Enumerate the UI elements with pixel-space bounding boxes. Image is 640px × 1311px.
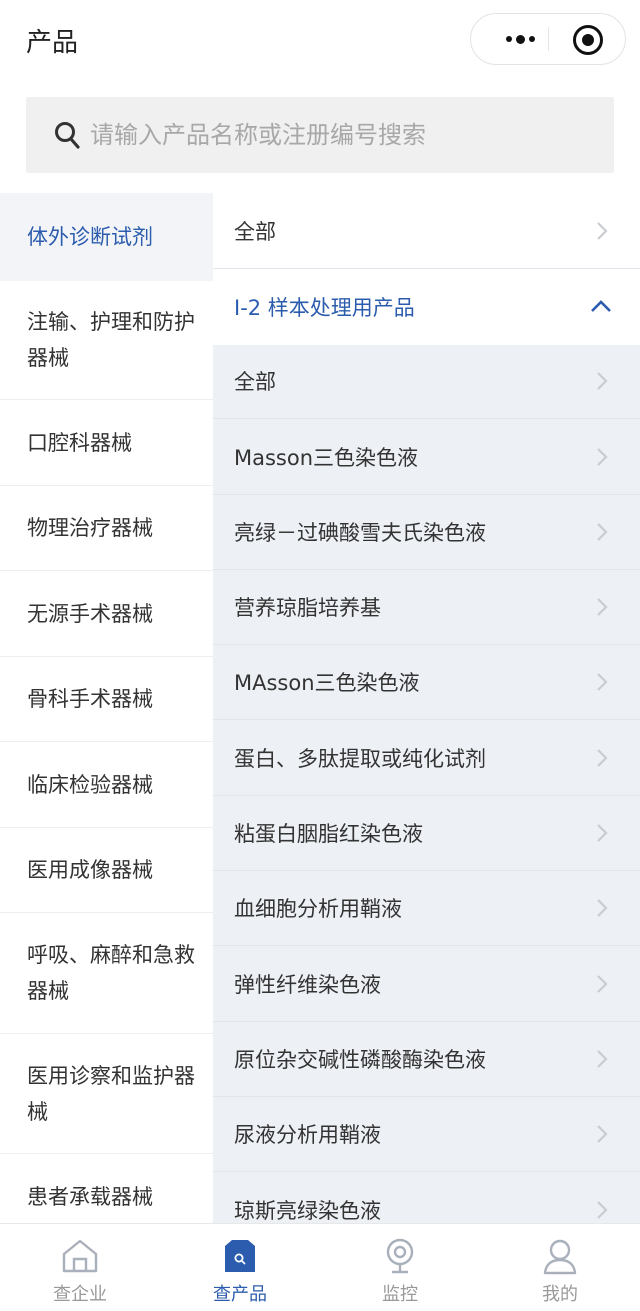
list-item[interactable]: MAsson三色染色液 [213,644,640,720]
tab-products[interactable]: 查产品 [160,1224,320,1311]
user-icon [543,1239,577,1275]
sidebar-item-passive-surgery[interactable]: 无源手术器械 [0,571,213,657]
chevron-up-icon [591,300,611,312]
chevron-right-icon [597,1125,608,1143]
sidebar-item-patient-support[interactable]: 患者承载器械 [0,1154,213,1223]
sidebar-item-respiratory[interactable]: 呼吸、麻醉和急救器械 [0,913,213,1034]
search-input[interactable]: 请输入产品名称或注册编号搜索 [90,119,426,151]
header-bar: 产品 [0,0,640,84]
list-item[interactable]: 亮绿－过碘酸雪夫氏染色液 [213,494,640,570]
sidebar-item-dental[interactable]: 口腔科器械 [0,400,213,486]
list-item[interactable]: 血细胞分析用鞘液 [213,870,640,946]
tab-label: 我的 [542,1284,578,1305]
chevron-right-icon [597,899,608,917]
sidebar-item-diagnosis-monitoring[interactable]: 医用诊察和监护器械 [0,1034,213,1154]
more-menu-icon[interactable] [491,14,549,64]
sidebar-item-orthopedic[interactable]: 骨科手术器械 [0,657,213,742]
close-mini-program-icon[interactable] [573,25,603,55]
list-item[interactable]: 原位杂交碱性磷酸酶染色液 [213,1021,640,1097]
chevron-right-icon [597,824,608,842]
list-item[interactable]: 粘蛋白胭脂红染色液 [213,795,640,871]
chevron-right-icon [597,523,608,541]
chevron-right-icon [597,749,608,767]
sidebar-item-imaging[interactable]: 医用成像器械 [0,828,213,913]
mini-program-capsule [470,13,626,65]
chevron-right-icon [597,1050,608,1068]
subcategory-panel: 全部 I-2 样本处理用产品 全部 Masson三色染色液 亮绿－过碘酸雪夫氏染… [213,193,640,1223]
list-item[interactable]: 营养琼脂培养基 [213,569,640,645]
chevron-right-icon [597,975,608,993]
sidebar-item-physiotherapy[interactable]: 物理治疗器械 [0,486,213,571]
tab-profile[interactable]: 我的 [480,1224,640,1311]
chevron-right-icon [597,448,608,466]
sidebar-item-clinical-lab[interactable]: 临床检验器械 [0,742,213,828]
list-item[interactable]: 尿液分析用鞘液 [213,1096,640,1172]
list-item[interactable]: 琼斯亮绿染色液 [213,1172,640,1223]
tab-label: 监控 [382,1284,418,1305]
chevron-right-icon [597,222,608,240]
all-products-row[interactable]: 全部 [213,193,640,269]
list-item[interactable]: Masson三色染色液 [213,419,640,495]
capsule-divider [548,27,549,51]
list-item[interactable]: 蛋白、多肽提取或纯化试剂 [213,720,640,796]
chevron-right-icon [597,598,608,616]
bottom-tab-bar: 查企业 查产品 监控 我的 [0,1223,640,1311]
tab-label: 查产品 [213,1284,267,1305]
product-search-icon [225,1240,255,1272]
building-icon [62,1239,98,1273]
chevron-right-icon [597,372,608,390]
chevron-right-icon [597,1201,608,1219]
category-sidebar: 体外诊断试剂 注输、护理和防护器械 口腔科器械 物理治疗器械 无源手术器械 骨科… [0,193,213,1223]
group-header-sample-processing[interactable]: I-2 样本处理用产品 [213,269,640,345]
tab-label: 查企业 [53,1284,107,1305]
tab-companies[interactable]: 查企业 [0,1224,160,1311]
search-box[interactable]: 请输入产品名称或注册编号搜索 [26,97,614,173]
page-title: 产品 [26,28,79,58]
list-item[interactable]: 全部 [213,343,640,419]
sidebar-item-ivd[interactable]: 体外诊断试剂 [0,193,213,281]
tab-monitoring[interactable]: 监控 [320,1224,480,1311]
list-item[interactable]: 弹性纤维染色液 [213,946,640,1022]
chevron-right-icon [597,673,608,691]
search-icon [55,122,80,149]
camera-icon [386,1238,414,1274]
sidebar-item-infusion[interactable]: 注输、护理和防护器械 [0,281,213,400]
